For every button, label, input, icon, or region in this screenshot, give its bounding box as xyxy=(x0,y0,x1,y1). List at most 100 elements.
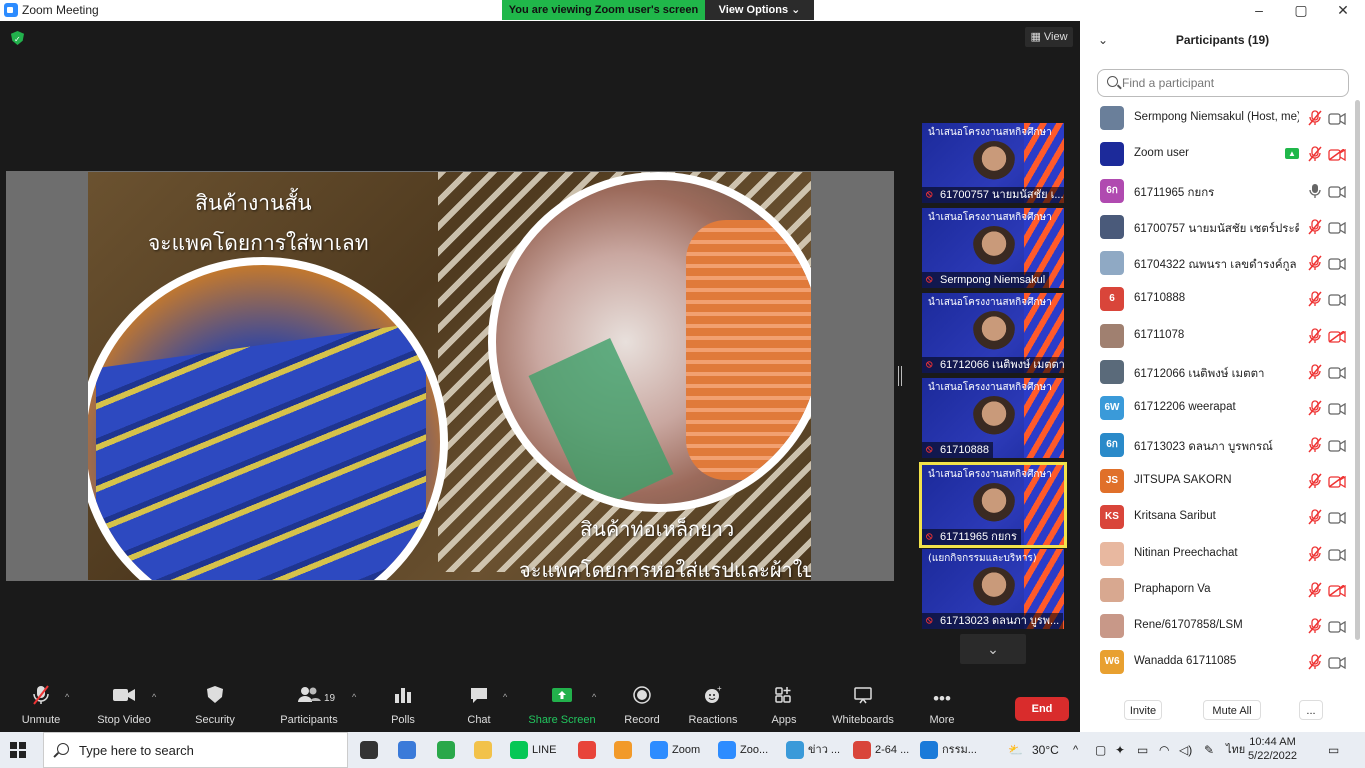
chat-button[interactable]: Chat xyxy=(460,684,498,732)
video-off-icon[interactable] xyxy=(1328,148,1346,162)
participant-list-scrollbar[interactable] xyxy=(1355,100,1360,640)
muted-mic-icon[interactable] xyxy=(1308,654,1322,670)
taskbar-app-button[interactable]: Zoo... xyxy=(718,736,768,764)
participant-row[interactable]: Nitinan Preechachat xyxy=(1080,536,1360,572)
participant-row[interactable]: JS JITSUPA SAKORN xyxy=(1080,463,1360,499)
participant-row[interactable]: 61700757 นายมนัสชัย เชตร์ประดิษฐ์ xyxy=(1080,209,1360,245)
muted-mic-icon[interactable] xyxy=(1308,364,1322,380)
taskbar-app-button[interactable] xyxy=(578,736,600,764)
taskbar-app-button[interactable]: กรรม... xyxy=(920,736,977,764)
video-camera-icon[interactable] xyxy=(1328,257,1346,271)
taskbar-app-button[interactable]: ข่าว ... xyxy=(786,736,840,764)
taskbar-app-button[interactable] xyxy=(437,736,459,764)
participant-search-input[interactable] xyxy=(1122,74,1342,92)
more-button[interactable]: ••• More xyxy=(925,684,959,732)
muted-mic-icon[interactable] xyxy=(1308,110,1322,126)
muted-mic-icon[interactable] xyxy=(1308,400,1322,416)
participant-row[interactable]: 6W 61712206 weerapat xyxy=(1080,390,1360,426)
maximize-icon[interactable]: ▢ xyxy=(1280,0,1322,21)
video-thumbnail[interactable]: นำเสนอโครงงานสหกิจศึกษา ⦸ 61710888 xyxy=(922,378,1064,458)
video-thumbnail[interactable]: นำเสนอโครงงานสหกิจศึกษา ⦸ 61712066 เนติพงษ… xyxy=(922,293,1064,373)
view-button[interactable]: ▦ View xyxy=(1025,27,1073,47)
taskbar-app-button[interactable] xyxy=(398,736,420,764)
video-camera-icon[interactable] xyxy=(1328,548,1346,561)
apps-button[interactable]: Apps xyxy=(768,684,800,732)
minimize-icon[interactable]: – xyxy=(1238,0,1280,21)
share-screen-button[interactable]: Share Screen xyxy=(528,684,596,732)
participant-row[interactable]: Praphaporn Va xyxy=(1080,572,1360,608)
taskbar-app-button[interactable] xyxy=(360,736,382,764)
taskbar-app-button[interactable]: LINE xyxy=(510,736,556,764)
participant-row[interactable]: 61704322 ณพนรา เลขดำรงค์กูล xyxy=(1080,245,1360,281)
video-options-caret-icon[interactable]: ^ xyxy=(152,692,156,702)
participant-row[interactable]: 6ก 61711965 กยกร xyxy=(1080,173,1360,209)
unmute-button[interactable]: Unmute xyxy=(18,684,64,732)
participant-row[interactable]: 6 61710888 xyxy=(1080,281,1360,317)
participant-row[interactable]: 61712066 เนติพงษ์ เมตตา xyxy=(1080,354,1360,390)
video-camera-icon[interactable] xyxy=(1328,620,1346,634)
dropbox-icon[interactable]: ✦ xyxy=(1115,732,1125,768)
participant-row[interactable]: 6ก 61713023 ดลนภา บูรพกรณ์ xyxy=(1080,427,1360,463)
muted-mic-icon[interactable] xyxy=(1308,437,1322,453)
participants-button[interactable]: Participants xyxy=(278,684,340,732)
participant-search[interactable] xyxy=(1097,69,1349,97)
muted-mic-icon[interactable] xyxy=(1308,255,1322,271)
muted-mic-icon[interactable] xyxy=(1308,328,1322,344)
video-camera-icon[interactable] xyxy=(1328,402,1346,416)
video-camera-icon[interactable] xyxy=(1328,185,1346,198)
muted-mic-icon[interactable] xyxy=(1308,219,1322,235)
wifi-icon[interactable]: ◠ xyxy=(1159,732,1169,768)
video-camera-icon[interactable] xyxy=(1328,511,1346,525)
muted-mic-icon[interactable] xyxy=(1308,618,1322,634)
muted-mic-icon[interactable] xyxy=(1308,509,1322,525)
more-options-button[interactable]: ... xyxy=(1299,700,1323,720)
language-indicator[interactable]: ไทย xyxy=(1226,732,1245,768)
taskbar-app-button[interactable] xyxy=(614,736,636,764)
video-thumbnail[interactable]: นำเสนอโครงงานสหกิจศึกษา ⦸ 61700757 นายมนัส… xyxy=(922,123,1064,203)
participant-row[interactable]: Rene/61707858/LSM xyxy=(1080,608,1360,644)
video-camera-icon[interactable] xyxy=(1328,293,1346,307)
record-button[interactable]: Record xyxy=(621,684,663,732)
participant-row[interactable]: KS Kritsana Saribut xyxy=(1080,499,1360,535)
view-options-button[interactable]: View Options ⌄ xyxy=(705,0,814,20)
pen-icon[interactable]: ✎ xyxy=(1204,732,1214,768)
video-off-icon[interactable] xyxy=(1328,584,1346,598)
participant-row[interactable]: Zoom user ▲ xyxy=(1080,136,1360,172)
muted-mic-icon[interactable] xyxy=(1308,545,1322,562)
muted-mic-icon[interactable] xyxy=(1308,582,1322,598)
battery-icon[interactable]: ▭ xyxy=(1137,732,1148,768)
muted-mic-icon[interactable] xyxy=(1308,146,1322,162)
windows-start-icon[interactable] xyxy=(10,742,26,758)
taskbar-app-button[interactable]: Zoom xyxy=(650,736,700,764)
video-thumbnail[interactable]: นำเสนอโครงงานสหกิจศึกษา ⦸ 61711965 กยกร xyxy=(919,462,1067,548)
taskbar-app-button[interactable]: 2-64 ... xyxy=(853,736,909,764)
reactions-button[interactable]: + Reactions xyxy=(686,684,740,732)
scroll-down-icon[interactable]: ⌄ xyxy=(960,634,1026,664)
volume-icon[interactable]: ◁) xyxy=(1179,732,1192,768)
video-off-icon[interactable] xyxy=(1328,330,1346,343)
video-camera-icon[interactable] xyxy=(1328,439,1346,452)
participant-row[interactable]: Sermpong Niemsakul (Host, me) xyxy=(1080,100,1360,136)
muted-mic-icon[interactable] xyxy=(1308,473,1322,489)
invite-button[interactable]: Invite xyxy=(1124,700,1162,720)
participants-caret-icon[interactable]: ^ xyxy=(352,692,356,702)
stop-video-button[interactable]: Stop Video xyxy=(95,684,153,732)
whiteboards-button[interactable]: Whiteboards xyxy=(830,684,896,732)
polls-button[interactable]: Polls xyxy=(385,684,421,732)
taskbar-search[interactable]: Type here to search xyxy=(43,732,348,768)
video-camera-icon[interactable] xyxy=(1328,656,1346,670)
video-off-icon[interactable] xyxy=(1328,475,1346,489)
close-icon[interactable]: ✕ xyxy=(1322,0,1364,21)
tray-chevron-up-icon[interactable]: ^ xyxy=(1073,732,1078,768)
system-clock[interactable]: 10:44 AM 5/22/2022 xyxy=(1245,735,1300,763)
resize-handle[interactable] xyxy=(898,366,902,386)
video-thumbnail[interactable]: นำเสนอโครงงานสหกิจศึกษา ⦸ Sermpong Niemsak… xyxy=(922,208,1064,288)
tray-app-icon[interactable]: ▢ xyxy=(1095,732,1106,768)
muted-mic-icon[interactable] xyxy=(1308,291,1322,307)
end-meeting-button[interactable]: End xyxy=(1015,697,1069,721)
audio-options-caret-icon[interactable]: ^ xyxy=(65,692,69,702)
participant-row[interactable]: W6 Wanadda 61711085 xyxy=(1080,644,1360,680)
weather-icon[interactable]: ⛅ xyxy=(1008,732,1023,768)
video-camera-icon[interactable] xyxy=(1328,112,1346,126)
chat-caret-icon[interactable]: ^ xyxy=(503,692,507,702)
